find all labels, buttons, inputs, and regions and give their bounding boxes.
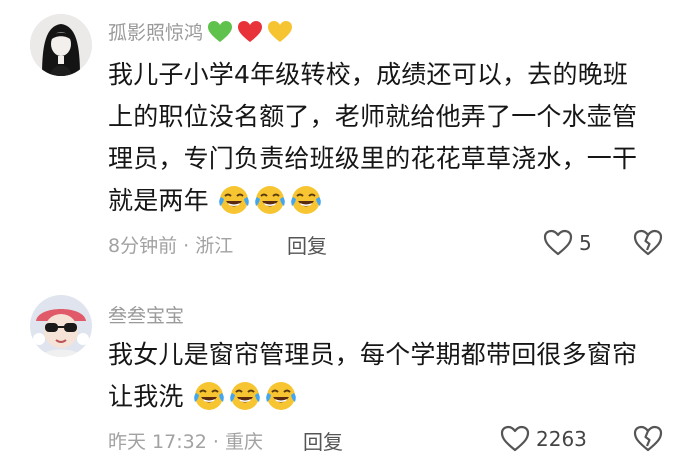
yellow-heart-icon [267, 20, 293, 44]
crying-laughing-icon [264, 378, 298, 412]
username[interactable]: 孤影照惊鸿 [108, 18, 293, 45]
comment-line: 我女儿是窗帘管理员，每个学期都带回很多窗帘 [108, 340, 638, 369]
username[interactable]: 叁叁宝宝 [108, 301, 184, 328]
crying-laughing-icon [228, 378, 262, 412]
comment-location: 浙江 [195, 235, 234, 257]
comment-text: 我儿子小学4年级转校，成绩还可以，去的晚班 上的职位没名额了，老师就给他弄了一个… [108, 54, 656, 222]
crying-laughing-icon [253, 182, 287, 216]
dislike-button[interactable] [633, 425, 663, 456]
comment-item: 孤影照惊鸿 我儿子小学4年级转校，成绩还可以，去的晚班 上的职位没名额了，老师就… [0, 0, 690, 270]
dislike-button[interactable] [633, 229, 663, 260]
meta-separator: · [212, 431, 225, 453]
comment-item: 叁叁宝宝 我女儿是窗帘管理员，每个学期都带回很多窗帘 让我洗 昨天 17:32 … [0, 285, 690, 475]
crying-laughing-icon [217, 182, 251, 216]
comment-meta: 昨天 17:32 · 重庆 [108, 427, 263, 454]
comment-line-last: 就是两年 [108, 180, 656, 222]
comment-meta: 8分钟前 · 浙江 [108, 231, 233, 258]
heart-outline-icon [500, 425, 530, 452]
comment-line-last: 让我洗 [108, 376, 656, 418]
broken-heart-icon [633, 425, 663, 452]
comment-line: 让我洗 [108, 382, 184, 411]
reply-button[interactable]: 回复 [303, 426, 343, 455]
red-heart-icon [237, 20, 263, 44]
like-button[interactable]: 2263 [500, 425, 587, 452]
crying-laughing-icon [289, 182, 323, 216]
like-button[interactable]: 5 [543, 229, 592, 256]
like-count: 2263 [536, 426, 587, 451]
heart-outline-icon [543, 229, 573, 256]
comment-line: 上的职位没名额了，老师就给他弄了一个水壶管 [108, 102, 638, 131]
comment-time: 8分钟前 [108, 235, 178, 257]
avatar[interactable] [30, 14, 92, 76]
comment-line: 我儿子小学4年级转校，成绩还可以，去的晚班 [108, 60, 629, 89]
broken-heart-icon [633, 229, 663, 256]
comment-line: 理员，专门负责给班级里的花花草草浇水，一干 [108, 144, 638, 173]
comment-text: 我女儿是窗帘管理员，每个学期都带回很多窗帘 让我洗 [108, 334, 656, 418]
comment-line: 就是两年 [108, 186, 209, 215]
username-text[interactable]: 孤影照惊鸿 [108, 18, 203, 45]
username-text[interactable]: 叁叁宝宝 [108, 301, 184, 328]
meta-separator: · [183, 235, 196, 257]
comment-location: 重庆 [224, 431, 263, 453]
avatar[interactable] [30, 295, 92, 357]
reply-button[interactable]: 回复 [287, 230, 327, 259]
like-count: 5 [579, 230, 592, 255]
comment-time: 昨天 17:32 [108, 431, 207, 453]
green-heart-icon [207, 20, 233, 44]
crying-laughing-icon [192, 378, 226, 412]
